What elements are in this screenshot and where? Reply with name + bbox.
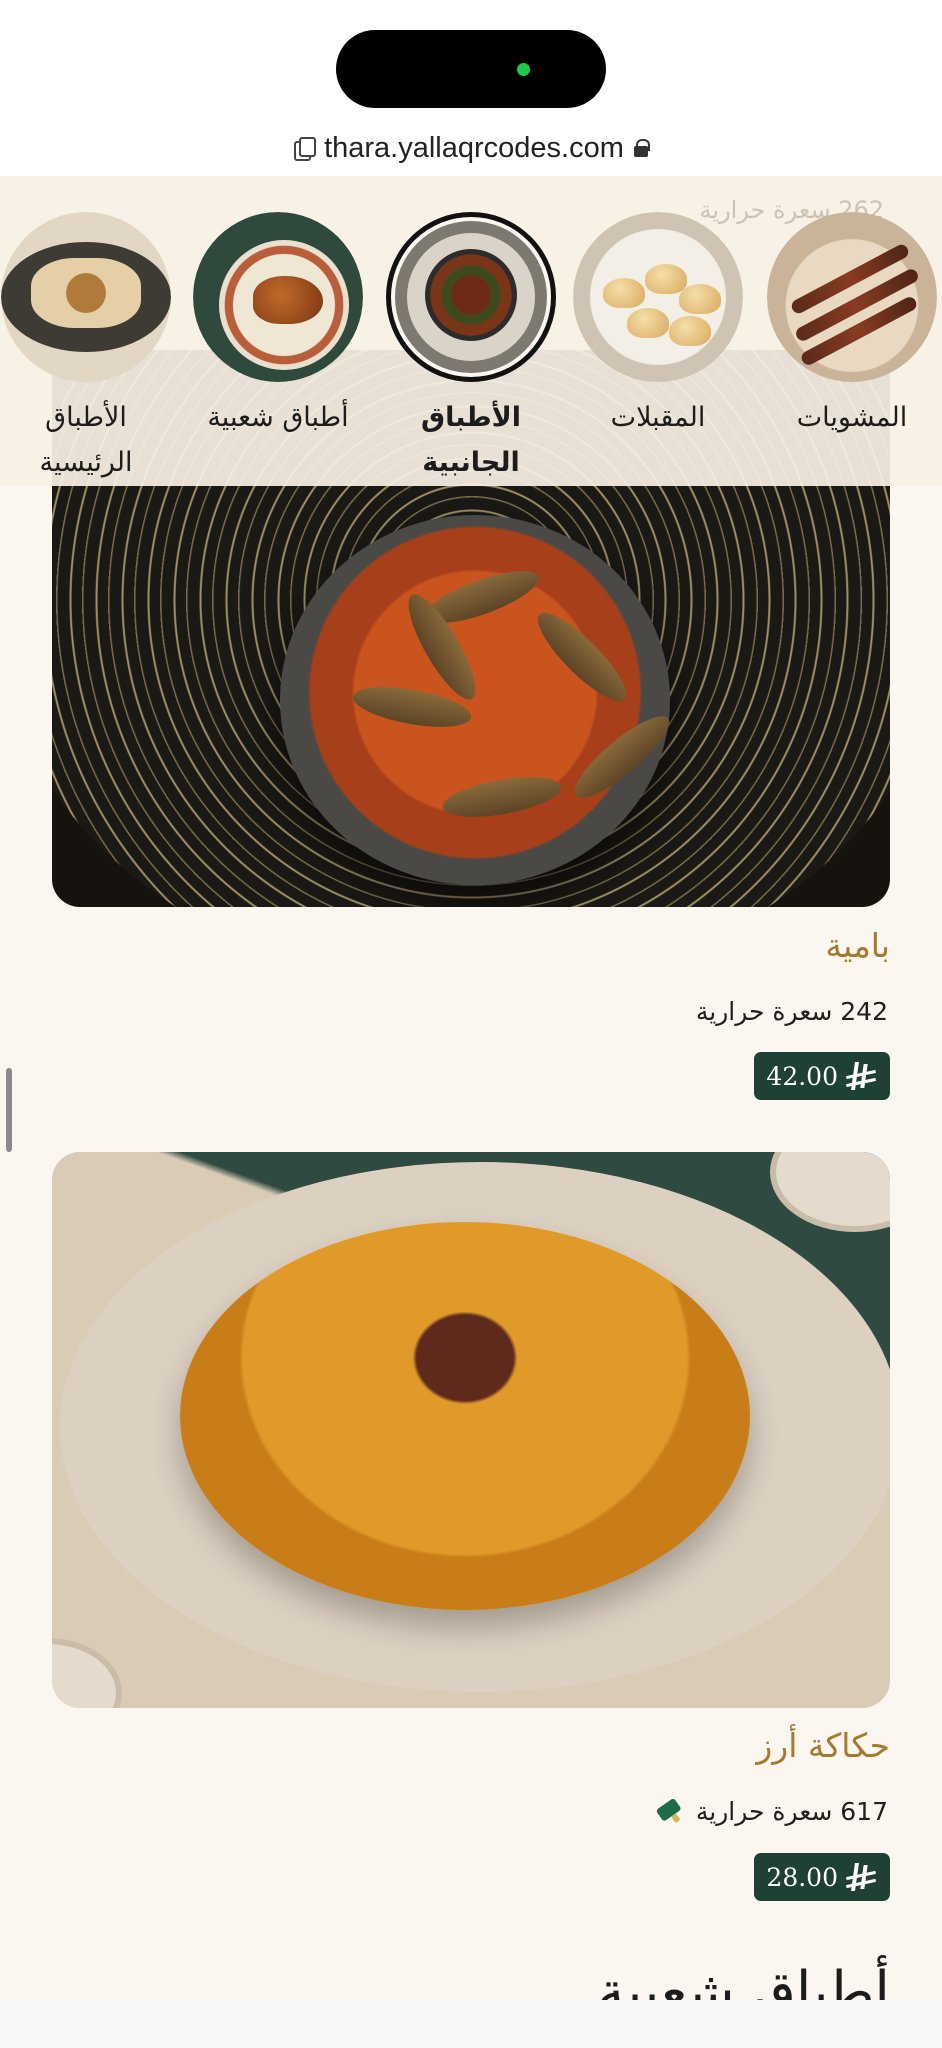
scroll-handle[interactable] bbox=[6, 1068, 12, 1152]
copy-icon[interactable] bbox=[294, 137, 317, 161]
dish-name: بامية bbox=[825, 926, 890, 965]
dish-calories: 617 سعرة حرارية bbox=[656, 1797, 888, 1826]
category-image-popular[interactable] bbox=[193, 212, 363, 382]
lock-icon bbox=[633, 139, 650, 157]
browser-bottom-bar bbox=[0, 2000, 942, 2048]
riyal-currency-icon bbox=[846, 1062, 878, 1090]
category-label-sides[interactable]: الأطباق الجانبية bbox=[381, 396, 561, 485]
browser-top-bar: thara.yallaqrcodes.com bbox=[0, 0, 942, 176]
category-sides[interactable]: الأطباق الجانبية bbox=[381, 212, 561, 485]
price-value: 42.00 bbox=[766, 1061, 838, 1091]
category-label-starters[interactable]: المقبلات bbox=[611, 396, 706, 441]
dish-calories: 242 سعرة حرارية bbox=[696, 997, 888, 1026]
dish-image-rice-hakaka[interactable] bbox=[52, 1152, 890, 1708]
address-bar[interactable]: thara.yallaqrcodes.com bbox=[0, 128, 942, 168]
category-starters[interactable]: المقبلات bbox=[568, 212, 748, 441]
category-mains[interactable]: الأطباق الرئيسية bbox=[0, 212, 176, 485]
category-label-popular[interactable]: أطباق شعبية bbox=[207, 396, 348, 441]
vegetarian-icon bbox=[651, 1793, 687, 1829]
category-nav: 262 سعرة حرارية المشويات المقبلات الأطبا… bbox=[0, 176, 942, 486]
price-badge: 42.00 bbox=[754, 1052, 890, 1100]
category-label-grills[interactable]: المشويات bbox=[797, 396, 908, 441]
category-image-starters[interactable] bbox=[573, 212, 743, 382]
calories-text: 242 سعرة حرارية bbox=[695, 997, 888, 1026]
dish-name: حكاكة أرز bbox=[756, 1726, 890, 1765]
price-value: 28.00 bbox=[766, 1862, 838, 1892]
riyal-currency-icon bbox=[846, 1863, 878, 1891]
category-grills[interactable]: المشويات bbox=[762, 212, 942, 441]
category-popular[interactable]: أطباق شعبية bbox=[188, 212, 368, 441]
dynamic-island bbox=[336, 30, 606, 108]
url-text[interactable]: thara.yallaqrcodes.com bbox=[324, 132, 624, 165]
category-image-sides[interactable] bbox=[386, 212, 556, 382]
camera-indicator-dot bbox=[517, 63, 530, 76]
category-label-mains[interactable]: الأطباق الرئيسية bbox=[0, 396, 176, 485]
price-badge: 28.00 bbox=[754, 1853, 890, 1901]
category-image-grills[interactable] bbox=[767, 212, 937, 382]
category-image-mains[interactable] bbox=[1, 212, 171, 382]
calories-text: 617 سعرة حرارية bbox=[695, 1797, 888, 1826]
